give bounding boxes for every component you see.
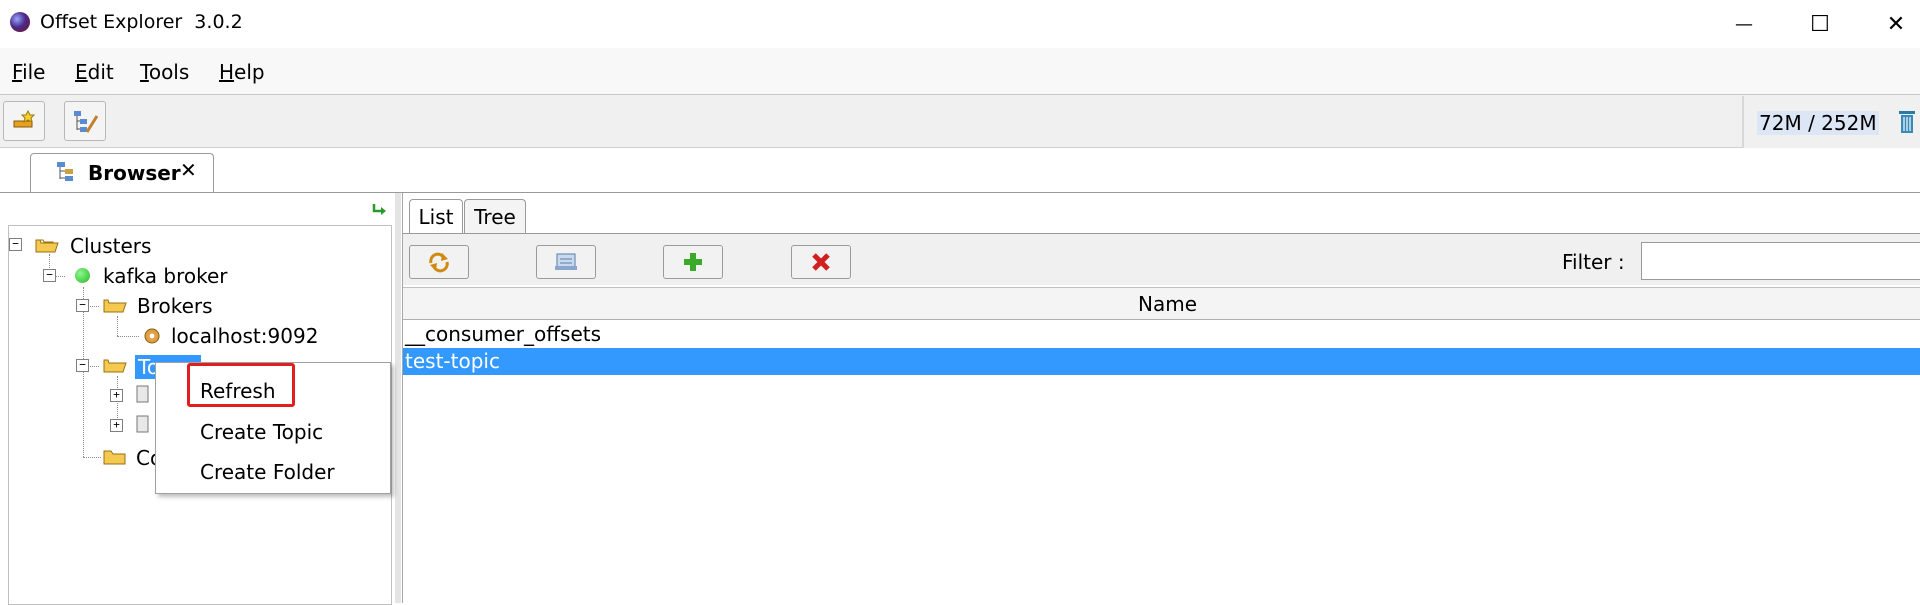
topic-name: test-topic bbox=[405, 349, 500, 373]
broker-gear-icon bbox=[144, 328, 160, 344]
expand-topic[interactable]: + bbox=[110, 389, 123, 402]
topic-icon bbox=[136, 385, 149, 403]
add-topic-button[interactable] bbox=[663, 245, 723, 279]
trash-icon[interactable] bbox=[1898, 108, 1916, 134]
browser-tree-icon bbox=[57, 162, 73, 181]
memory-usage: 72M / 252M bbox=[1757, 111, 1879, 135]
tab-strip bbox=[0, 148, 1920, 193]
folder-closed-icon bbox=[103, 450, 126, 465]
delete-x-icon bbox=[812, 253, 830, 271]
menu-bar bbox=[0, 48, 1920, 95]
title-bar bbox=[0, 0, 1920, 48]
menu-create-folder[interactable]: Create Folder bbox=[200, 460, 335, 484]
tab-tree[interactable]: Tree bbox=[464, 199, 526, 234]
collapse-cluster[interactable]: − bbox=[43, 269, 56, 282]
filter-label: Filter : bbox=[1562, 250, 1625, 274]
tab-browser-label: Browser bbox=[88, 161, 181, 185]
tree-cluster-kafka-broker[interactable]: kafka broker bbox=[103, 264, 227, 288]
menu-create-topic[interactable]: Create Topic bbox=[200, 420, 323, 444]
menu-edit[interactable]: Edit bbox=[75, 60, 114, 84]
app-logo-icon bbox=[10, 12, 30, 32]
refresh-button[interactable] bbox=[409, 245, 469, 279]
tree-clusters[interactable]: Clusters bbox=[70, 234, 151, 258]
add-cluster-button[interactable] bbox=[3, 101, 45, 141]
add-cluster-icon bbox=[13, 109, 36, 128]
close-icon: ✕ bbox=[1886, 11, 1906, 37]
maximize-button[interactable]: ☐ bbox=[1786, 0, 1854, 48]
refresh-arrow-icon[interactable] bbox=[370, 201, 388, 219]
topic-name: __consumer_offsets bbox=[405, 322, 602, 346]
column-name-header[interactable]: Name bbox=[1138, 292, 1197, 316]
delete-topic-button[interactable] bbox=[791, 245, 851, 279]
filter-input[interactable] bbox=[1641, 242, 1920, 280]
refresh-icon bbox=[429, 252, 449, 273]
maximize-icon: ☐ bbox=[1810, 11, 1830, 37]
close-window-button[interactable]: ✕ bbox=[1862, 0, 1920, 48]
minimize-icon: — bbox=[1735, 13, 1753, 35]
properties-icon bbox=[555, 253, 577, 270]
menu-file[interactable]: File bbox=[12, 60, 45, 84]
status-online-icon bbox=[75, 268, 90, 283]
expand-topic[interactable]: + bbox=[110, 419, 123, 432]
properties-button[interactable] bbox=[536, 245, 596, 279]
tree-broker-localhost[interactable]: localhost:9092 bbox=[171, 324, 318, 348]
table-row[interactable]: __consumer_offsets bbox=[403, 321, 1920, 348]
main-toolbar bbox=[0, 95, 1920, 148]
window-title: Offset Explorer 3.0.2 bbox=[40, 11, 243, 33]
plus-icon bbox=[684, 253, 702, 271]
tree-brokers[interactable]: Brokers bbox=[137, 294, 213, 318]
refresh-highlight-box bbox=[187, 363, 295, 407]
collapse-clusters[interactable]: − bbox=[9, 238, 22, 251]
edit-tree-button[interactable] bbox=[64, 101, 106, 141]
tree-edit-icon bbox=[74, 111, 99, 133]
folder-open-icon bbox=[35, 239, 59, 253]
table-row-selected[interactable]: test-topic bbox=[403, 348, 1920, 375]
tab-list[interactable]: List bbox=[409, 199, 463, 234]
topic-icon bbox=[136, 415, 149, 433]
collapse-brokers[interactable]: − bbox=[76, 299, 89, 312]
menu-tools[interactable]: Tools bbox=[140, 60, 189, 84]
collapse-topics[interactable]: − bbox=[76, 359, 89, 372]
tab-close-icon[interactable]: ✕ bbox=[180, 158, 197, 182]
folder-open-icon bbox=[103, 299, 127, 313]
folder-open-icon bbox=[103, 359, 127, 373]
minimize-button[interactable]: — bbox=[1710, 0, 1778, 48]
menu-help[interactable]: Help bbox=[219, 60, 265, 84]
